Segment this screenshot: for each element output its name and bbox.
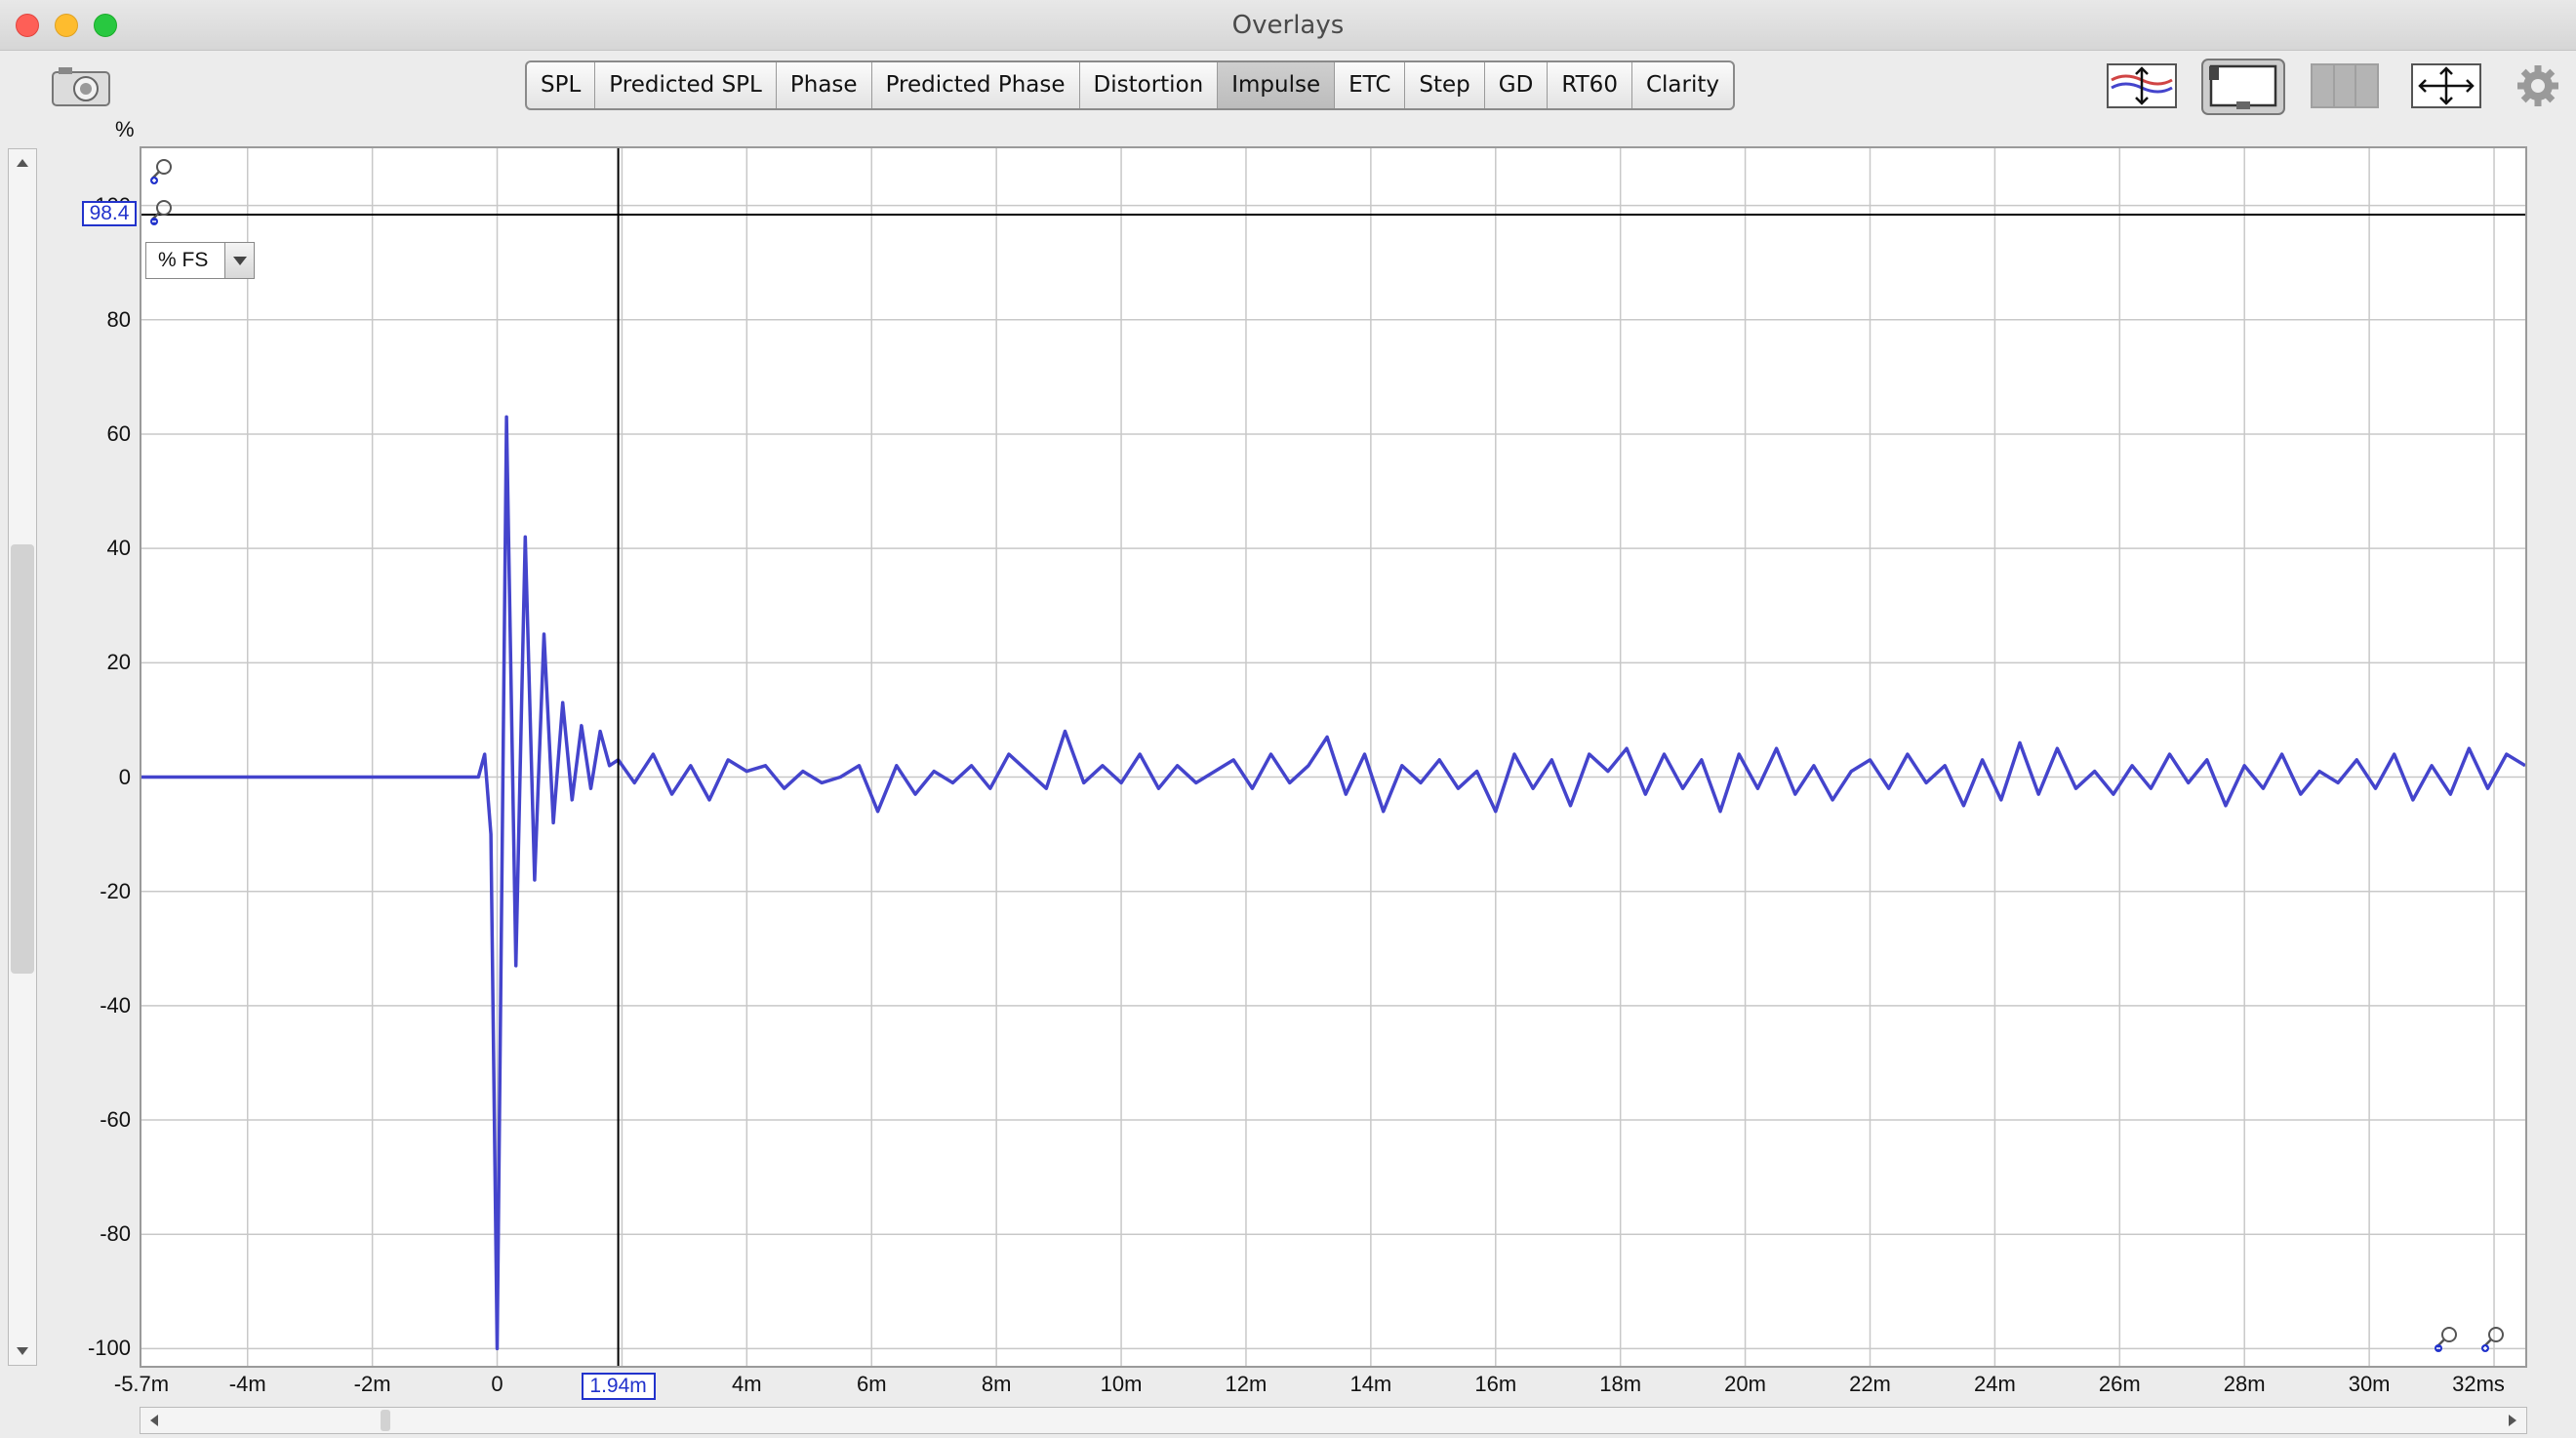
y-tick-label: 20: [106, 650, 131, 675]
x-tick-label: 6m: [856, 1372, 887, 1396]
y-tick-label: -40: [100, 992, 131, 1018]
camera-icon[interactable]: [49, 59, 113, 113]
x-tick-label: 28m: [2223, 1372, 2266, 1396]
scroll-right-arrow-icon[interactable]: [2501, 1409, 2524, 1432]
expand-arrows-icon[interactable]: [2410, 59, 2482, 113]
vertical-fit-icon[interactable]: [2106, 59, 2178, 113]
x-tick-label: 24m: [1973, 1372, 2016, 1396]
y-tick-label: 80: [106, 306, 131, 332]
y-axis-unit: %: [115, 117, 135, 141]
y-cursor-readout: 98.4: [82, 201, 137, 226]
x-tick-label: -2m: [353, 1372, 391, 1396]
window-title: Overlays: [1231, 11, 1345, 40]
x-tick-label: 20m: [1724, 1372, 1766, 1396]
impulse-chart: [141, 148, 2525, 1366]
y-tick-label: 60: [106, 420, 131, 446]
x-tick-label: 10m: [1100, 1372, 1143, 1396]
y-tick-label: 0: [118, 764, 131, 789]
tab-gd[interactable]: GD: [1485, 62, 1549, 108]
x-tick-label: 26m: [2098, 1372, 2141, 1396]
impulse-trace: [141, 415, 2525, 1351]
zoom-out-y-icon[interactable]: [147, 197, 177, 226]
x-tick-label: -4m: [228, 1372, 266, 1396]
x-tick-label: -5.7m: [113, 1372, 170, 1396]
toolbar: SPL Predicted SPL Phase Predicted Phase Dist…: [0, 51, 2576, 117]
y-tick-label: -60: [100, 1107, 131, 1133]
scroll-left-arrow-icon[interactable]: [142, 1409, 166, 1432]
x-tick-label: 16m: [1474, 1372, 1517, 1396]
tab-predicted-spl[interactable]: Predicted SPL: [595, 62, 777, 108]
x-tick-label: 8m: [981, 1372, 1012, 1396]
x-tick-label: 22m: [1849, 1372, 1891, 1396]
title-bar: Overlays: [0, 0, 2576, 51]
x-tick-label: 32ms: [2452, 1372, 2505, 1396]
vertical-scroll-thumb[interactable]: [11, 544, 34, 974]
zoom-in-x-icon[interactable]: [2477, 1323, 2509, 1354]
x-tick-label: 12m: [1225, 1372, 1268, 1396]
units-select[interactable]: % FS: [145, 242, 255, 279]
tab-impulse[interactable]: Impulse: [1218, 62, 1336, 108]
zoom-in-y-icon[interactable]: [147, 156, 177, 185]
tab-predicted-phase[interactable]: Predicted Phase: [872, 62, 1080, 108]
y-tick-label: 40: [106, 536, 131, 561]
horizontal-scrollbar[interactable]: [140, 1407, 2527, 1434]
grid-panel-icon[interactable]: [2310, 59, 2380, 113]
x-tick-label: 30m: [2348, 1372, 2391, 1396]
y-tick-label: -20: [100, 878, 131, 903]
tab-step[interactable]: Step: [1405, 62, 1485, 108]
tab-distortion[interactable]: Distortion: [1080, 62, 1219, 108]
display-mode-icon[interactable]: [2201, 59, 2285, 115]
zoom-out-x-icon[interactable]: [2431, 1323, 2462, 1354]
x-cursor-readout: 1.94m: [581, 1373, 656, 1400]
impulse-plot-area[interactable]: % FS: [140, 146, 2527, 1368]
x-tick-label: 4m: [732, 1372, 762, 1396]
scroll-up-arrow-icon[interactable]: [11, 151, 34, 175]
tab-rt60[interactable]: RT60: [1548, 62, 1632, 108]
x-tick-label: 14m: [1349, 1372, 1392, 1396]
x-tick-label: 0: [491, 1372, 503, 1396]
chevron-down-icon[interactable]: [224, 243, 254, 278]
horizontal-scroll-thumb[interactable]: [381, 1410, 390, 1431]
y-tick-label: -100: [87, 1336, 131, 1361]
tab-spl[interactable]: SPL: [527, 62, 596, 108]
y-tick-label: -80: [100, 1221, 131, 1247]
tab-etc[interactable]: ETC: [1335, 62, 1406, 108]
tab-phase[interactable]: Phase: [777, 62, 872, 108]
x-tick-label: 18m: [1599, 1372, 1642, 1396]
graph-type-tabs: SPL Predicted SPL Phase Predicted Phase Dist…: [525, 60, 1735, 110]
overlays-window: Overlays SPL Predicted SPL Phase Predicted …: [0, 0, 2576, 1438]
tab-clarity[interactable]: Clarity: [1632, 62, 1733, 108]
units-select-value: % FS: [158, 249, 209, 271]
gear-icon[interactable]: [2516, 59, 2560, 113]
